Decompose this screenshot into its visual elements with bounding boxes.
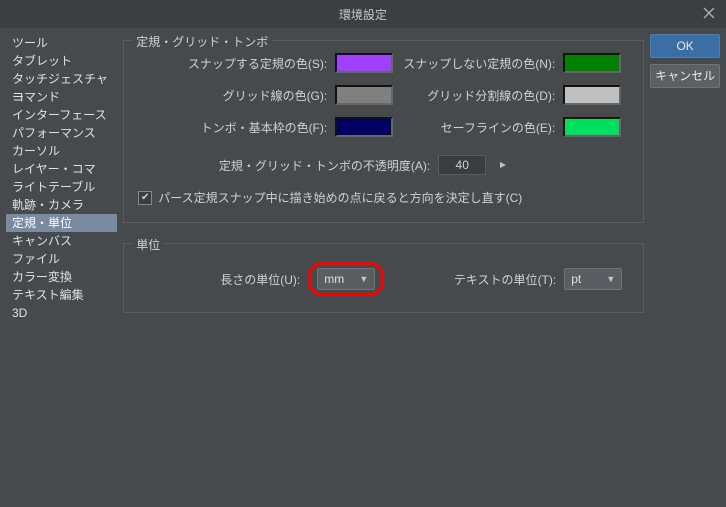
- group-title: 定規・グリッド・トンボ: [132, 33, 272, 50]
- main-panel: 定規・グリッド・トンボ スナップする定規の色(S): スナップしない定規の色(N…: [123, 34, 644, 501]
- window-title: 環境設定: [0, 6, 726, 23]
- group-title: 単位: [132, 236, 164, 253]
- sidebar-item[interactable]: コマンド: [6, 88, 117, 106]
- sidebar-item[interactable]: 3D: [6, 304, 117, 322]
- sidebar-item[interactable]: カラー変換: [6, 268, 117, 286]
- length-unit-label: 長さの単位(U):: [138, 271, 308, 288]
- opacity-label: 定規・グリッド・トンボの不透明度(A):: [138, 157, 438, 174]
- tombo-color-well[interactable]: [335, 117, 393, 137]
- ruler-grid-group: 定規・グリッド・トンボ スナップする定規の色(S): スナップしない定規の色(N…: [123, 40, 644, 223]
- sidebar-item[interactable]: レイヤー・コマ: [6, 160, 117, 178]
- tombo-label: トンボ・基本枠の色(F):: [145, 119, 335, 136]
- sidebar-item[interactable]: ツール: [6, 34, 117, 52]
- sidebar-item[interactable]: タブレット: [6, 52, 117, 70]
- snap-color-label: スナップする定規の色(S):: [145, 55, 335, 72]
- sidebar-item[interactable]: キャンバス: [6, 232, 117, 250]
- chevron-down-icon: ▼: [359, 274, 368, 284]
- nosnap-color-well[interactable]: [563, 53, 621, 73]
- sidebar-item[interactable]: インターフェース: [6, 106, 117, 124]
- opacity-input[interactable]: 40: [438, 155, 486, 175]
- sidebar: ツールタブレットタッチジェスチャーコマンドインターフェースパフォーマンスカーソル…: [6, 34, 117, 501]
- text-unit-value: pt: [571, 272, 581, 286]
- perspective-snap-label: パース定規スナップ中に描き始めの点に戻ると方向を決定し直す(C): [158, 189, 522, 206]
- sidebar-item[interactable]: カーソル: [6, 142, 117, 160]
- length-unit-select[interactable]: mm ▼: [317, 268, 375, 290]
- snap-color-well[interactable]: [335, 53, 393, 73]
- cancel-button[interactable]: キャンセル: [650, 64, 720, 88]
- text-unit-select[interactable]: pt ▼: [564, 268, 622, 290]
- content-area: ツールタブレットタッチジェスチャーコマンドインターフェースパフォーマンスカーソル…: [0, 28, 726, 507]
- titlebar: 環境設定: [0, 0, 726, 28]
- opacity-slider-icon[interactable]: [494, 156, 512, 174]
- sidebar-item[interactable]: ファイル: [6, 250, 117, 268]
- units-group: 単位 長さの単位(U): mm ▼ テキストの単位(T): pt ▼: [123, 243, 644, 313]
- sidebar-item[interactable]: 定規・単位: [6, 214, 117, 232]
- perspective-snap-checkbox[interactable]: [138, 191, 152, 205]
- close-icon[interactable]: [702, 6, 718, 22]
- sidebar-item[interactable]: パフォーマンス: [6, 124, 117, 142]
- grid-div-label: グリッド分割線の色(D):: [393, 87, 563, 104]
- highlight-annotation: mm ▼: [308, 262, 384, 296]
- length-unit-value: mm: [324, 272, 344, 286]
- chevron-down-icon: ▼: [606, 274, 615, 284]
- safeline-color-well[interactable]: [563, 117, 621, 137]
- nosnap-color-label: スナップしない定規の色(N):: [393, 55, 563, 72]
- grid-div-color-well[interactable]: [563, 85, 621, 105]
- preferences-window: 環境設定 ツールタブレットタッチジェスチャーコマンドインターフェースパフォーマン…: [0, 0, 726, 507]
- sidebar-item[interactable]: テキスト編集: [6, 286, 117, 304]
- sidebar-item[interactable]: 軌跡・カメラ: [6, 196, 117, 214]
- text-unit-label: テキストの単位(T):: [414, 271, 564, 288]
- grid-line-label: グリッド線の色(G):: [145, 87, 335, 104]
- grid-line-color-well[interactable]: [335, 85, 393, 105]
- sidebar-item[interactable]: ライトテーブル: [6, 178, 117, 196]
- sidebar-item[interactable]: タッチジェスチャー: [6, 70, 117, 88]
- safeline-label: セーフラインの色(E):: [393, 119, 563, 136]
- ok-button[interactable]: OK: [650, 34, 720, 58]
- dialog-buttons: OK キャンセル: [650, 34, 720, 501]
